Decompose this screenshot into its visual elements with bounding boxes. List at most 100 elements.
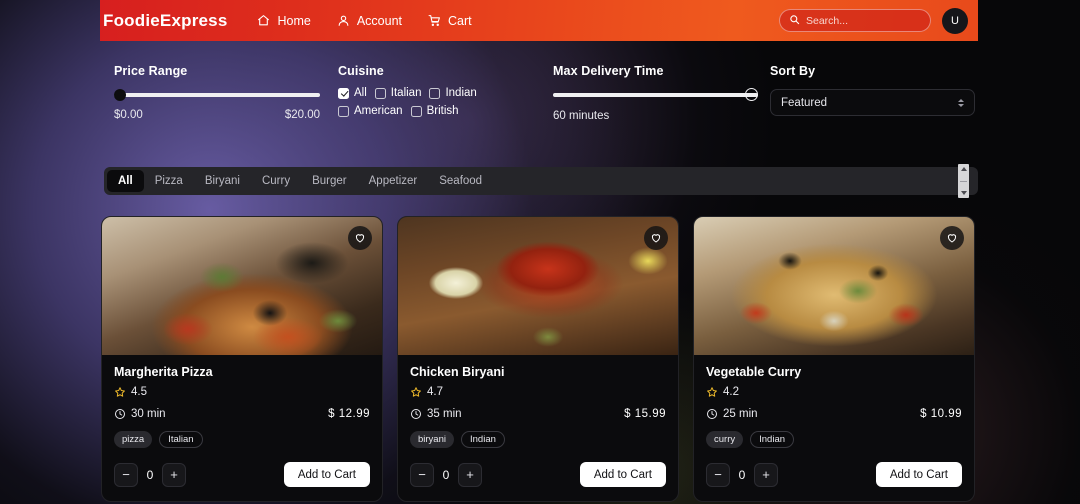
app-root: FoodieExpress Home Account Cart Search..… (0, 0, 1080, 504)
food-card[interactable]: Chicken Biryani 4.7 35 min $ 15.99 birya… (397, 216, 679, 502)
favorite-button[interactable] (644, 226, 668, 250)
card-body: Margherita Pizza 4.5 30 min $ 12.99 pizz… (102, 355, 382, 487)
tab-curry[interactable]: Curry (251, 170, 301, 192)
card-actions: − 0 + Add to Cart (706, 462, 962, 487)
increment-button[interactable]: + (754, 462, 778, 487)
card-tag-cuisine: Indian (461, 431, 505, 448)
tab-burger[interactable]: Burger (301, 170, 358, 192)
card-title: Vegetable Curry (706, 365, 802, 379)
clock-icon (115, 409, 125, 419)
sort-by-label: Sort By (770, 64, 816, 78)
food-photo-curry (694, 217, 974, 355)
checkbox-all[interactable] (338, 87, 349, 99)
card-time-value: 25 min (723, 408, 758, 420)
tab-seafood[interactable]: Seafood (428, 170, 493, 192)
price-slider-track (114, 93, 320, 97)
decrement-button[interactable]: − (114, 462, 138, 487)
add-to-cart-button[interactable]: Add to Cart (283, 462, 370, 487)
cuisine-label-indian: Indian (445, 87, 477, 99)
cuisine-option-indian[interactable]: Indian (429, 87, 477, 99)
price-range-slider[interactable] (114, 89, 320, 101)
app-header: FoodieExpress Home Account Cart Search..… (100, 0, 978, 41)
scroll-up-arrow-icon[interactable] (960, 167, 967, 171)
card-tag-category: curry (706, 431, 744, 448)
sort-by-select[interactable]: Featured (770, 89, 975, 116)
card-rating-value: 4.2 (723, 386, 739, 398)
nav-label-cart: Cart (448, 13, 472, 28)
favorite-button[interactable] (348, 226, 372, 250)
star-icon (411, 387, 421, 397)
scroll-down-arrow-icon[interactable] (960, 191, 967, 195)
header-right: U (779, 7, 978, 34)
cuisine-option-italian[interactable]: Italian (374, 87, 422, 99)
user-icon (337, 14, 350, 27)
nav-item-account[interactable]: Account (337, 14, 402, 28)
search-box[interactable] (779, 9, 931, 32)
scrollbar-thumb[interactable] (960, 180, 967, 182)
card-image (694, 217, 974, 355)
nav-item-home[interactable]: Home (257, 14, 311, 28)
nav-item-cart[interactable]: Cart (428, 14, 472, 28)
checkbox-italian[interactable] (374, 87, 386, 99)
food-photo-biryani (398, 217, 678, 355)
category-tabs-bar: All Pizza Biryani Curry Burger Appetizer… (104, 164, 978, 198)
nav-label-account: Account (356, 13, 402, 28)
cuisine-option-british[interactable]: British (410, 105, 459, 117)
tab-biryani[interactable]: Biryani (194, 170, 251, 192)
quantity-value: 0 (738, 467, 746, 482)
quantity-value: 0 (146, 467, 154, 482)
card-rating: 4.7 (410, 386, 666, 398)
price-max-value: $20.00 (284, 109, 320, 121)
card-title: Chicken Biryani (410, 365, 505, 379)
card-time-value: 30 min (131, 408, 166, 420)
card-price: $ 15.99 (624, 408, 666, 420)
card-delivery-time: 30 min (114, 408, 166, 420)
delivery-time-slider[interactable] (553, 88, 758, 101)
search-input[interactable] (806, 14, 921, 27)
delivery-slider-handle[interactable] (745, 88, 758, 101)
card-title: Margherita Pizza (114, 365, 213, 379)
delivery-time-value: 60 minutes (553, 110, 610, 122)
vertical-scrollbar[interactable] (958, 164, 969, 198)
card-tags: biryani Indian (410, 431, 666, 448)
cuisine-filter: Cuisine All Italian Indian American Brit… (338, 64, 538, 117)
cart-icon (428, 14, 441, 27)
cuisine-label-british: British (426, 105, 459, 117)
checkbox-british[interactable] (410, 105, 422, 117)
quantity-value: 0 (442, 467, 450, 482)
checkbox-indian[interactable] (429, 87, 441, 99)
tab-appetizer[interactable]: Appetizer (358, 170, 429, 192)
price-range-values: $0.00 $20.00 (114, 109, 320, 121)
tab-pizza[interactable]: Pizza (144, 170, 194, 192)
card-tag-category: biryani (410, 431, 454, 448)
cuisine-option-american[interactable]: American (338, 105, 403, 117)
brand-logo[interactable]: FoodieExpress (103, 11, 227, 31)
decrement-button[interactable]: − (410, 462, 434, 487)
checkbox-american[interactable] (338, 105, 349, 117)
decrement-button[interactable]: − (706, 462, 730, 487)
card-delivery-time: 35 min (410, 408, 462, 420)
cuisine-label-american: American (354, 105, 403, 117)
add-to-cart-button[interactable]: Add to Cart (579, 462, 666, 487)
add-to-cart-button[interactable]: Add to Cart (875, 462, 962, 487)
increment-button[interactable]: + (162, 462, 186, 487)
cuisine-label-all: All (354, 87, 367, 99)
price-slider-handle[interactable] (114, 89, 126, 101)
cuisine-option-all[interactable]: All (338, 87, 367, 99)
food-card[interactable]: Margherita Pizza 4.5 30 min $ 12.99 pizz… (101, 216, 383, 502)
food-card[interactable]: Vegetable Curry 4.2 25 min $ 10.99 curry… (693, 216, 975, 502)
tab-all[interactable]: All (107, 170, 144, 192)
quantity-stepper: − 0 + (410, 462, 482, 487)
price-range-filter: Price Range $0.00 $20.00 (114, 64, 320, 121)
avatar[interactable]: U (942, 7, 968, 34)
card-tag-cuisine: Italian (159, 431, 203, 448)
increment-button[interactable]: + (458, 462, 482, 487)
card-price: $ 12.99 (328, 408, 370, 420)
card-actions: − 0 + Add to Cart (410, 462, 666, 487)
heart-icon (651, 234, 661, 243)
favorite-button[interactable] (940, 226, 964, 250)
price-min-value: $0.00 (114, 109, 143, 121)
card-rating: 4.2 (706, 386, 962, 398)
card-meta: 25 min $ 10.99 (706, 408, 962, 420)
cuisine-label-italian: Italian (390, 87, 422, 99)
